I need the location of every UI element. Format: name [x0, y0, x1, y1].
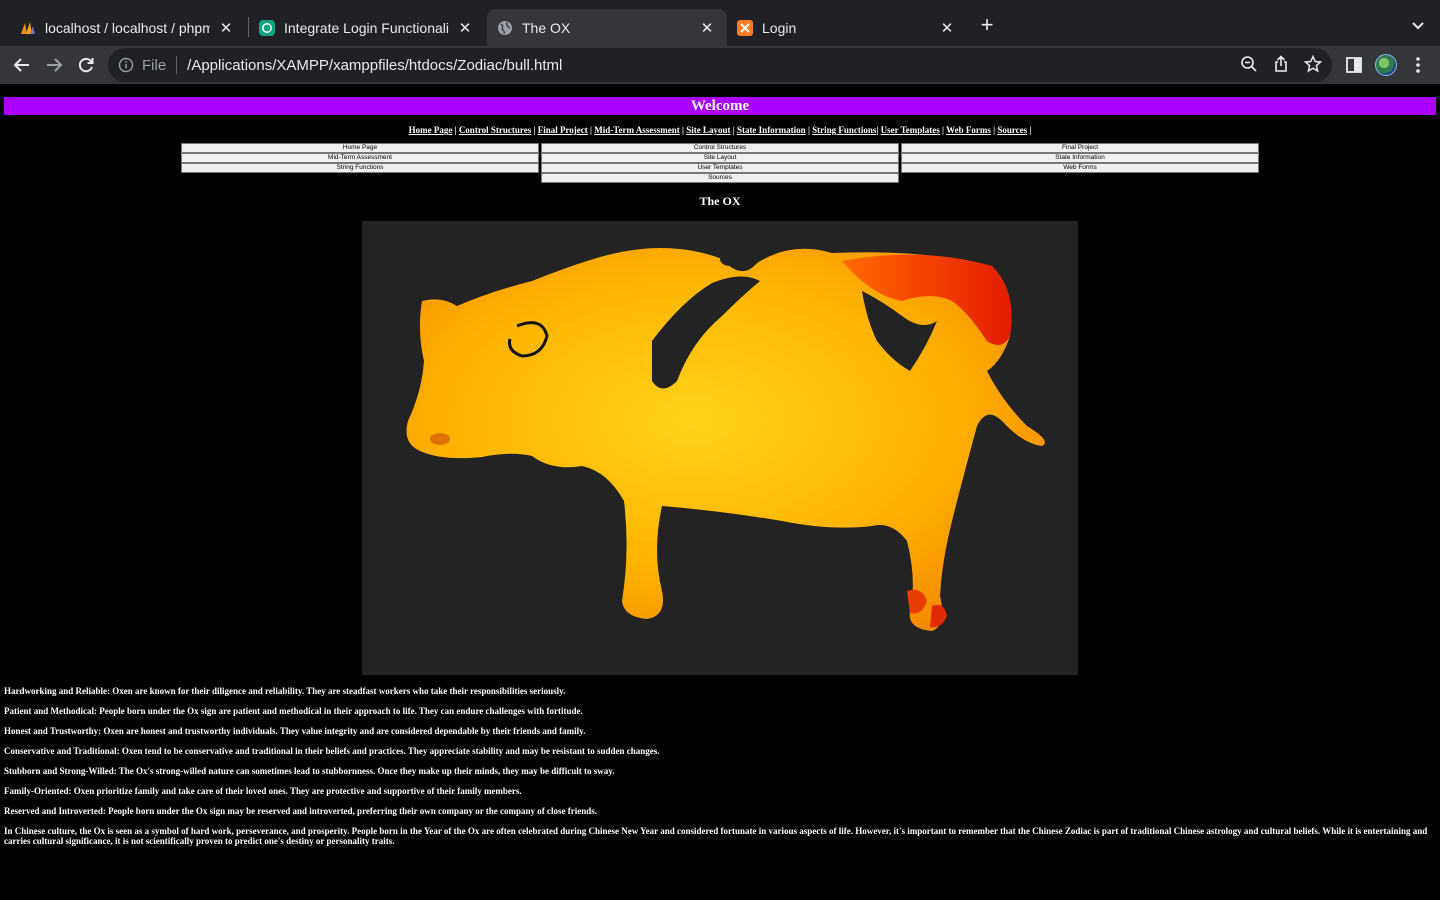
reload-icon[interactable] — [74, 53, 98, 77]
page-heading: The OX — [699, 194, 741, 208]
link-web-forms[interactable]: Web Forms — [946, 125, 991, 135]
button-control-structures[interactable]: Control Structures — [541, 143, 899, 153]
tab-title: Login — [762, 19, 797, 36]
xampp-icon — [737, 19, 753, 36]
address-url[interactable]: /Applications/XAMPP/xamppfiles/htdocs/Zo… — [187, 57, 562, 74]
info-icon[interactable] — [118, 57, 134, 73]
link-sources[interactable]: Sources — [997, 125, 1027, 135]
button-mid-term-assessment[interactable]: Mid-Term Assessment — [181, 153, 539, 163]
ox-image — [362, 221, 1078, 675]
button-web-forms[interactable]: Web Forms — [901, 163, 1259, 173]
address-divider — [176, 56, 178, 74]
trait-paragraph: Stubborn and Strong-Willed: The Ox's str… — [4, 766, 615, 776]
chatgpt-icon — [259, 19, 275, 36]
tab-phpmyadmin[interactable]: localhost / localhost / phpmyadmin ✕ — [12, 9, 244, 46]
button-sources[interactable]: Sources — [541, 173, 899, 183]
button-site-layout[interactable]: Site Layout — [541, 153, 899, 163]
trait-paragraph: Reserved and Introverted: People born un… — [4, 806, 598, 816]
tab-separator — [248, 17, 249, 37]
trait-paragraph: Family-Oriented: Oxen prioritize family … — [4, 786, 522, 796]
button-final-project[interactable]: Final Project — [901, 143, 1259, 153]
tab-title: The OX — [522, 19, 571, 36]
trait-paragraph: Patient and Methodical: People born unde… — [4, 706, 583, 716]
close-icon[interactable]: ✕ — [216, 18, 236, 38]
forward-arrow-icon[interactable] — [42, 53, 66, 77]
link-site-layout[interactable]: Site Layout — [686, 125, 730, 135]
tab-integrate-login[interactable]: Integrate Login Functionality ✕ — [251, 9, 483, 46]
page-content: Welcome Home Page | Control Structures |… — [0, 84, 1440, 900]
back-arrow-icon[interactable] — [10, 53, 34, 77]
close-icon[interactable]: ✕ — [697, 18, 717, 38]
address-bar[interactable]: File /Applications/XAMPP/xamppfiles/htdo… — [108, 48, 1332, 82]
new-tab-button[interactable]: + — [976, 14, 998, 37]
tab-the-ox[interactable]: The OX ✕ — [487, 9, 727, 46]
tab-title: Integrate Login Functionality — [284, 19, 449, 36]
button-home-page[interactable]: Home Page — [181, 143, 539, 153]
link-user-templates[interactable]: User Templates — [881, 125, 940, 135]
tab-search-chevron-icon[interactable] — [1408, 15, 1428, 35]
culture-paragraph: In Chinese culture, the Ox is seen as a … — [4, 826, 1428, 846]
side-panel-icon[interactable] — [1344, 55, 1364, 75]
link-mid-term-assessment[interactable]: Mid-Term Assessment — [594, 125, 679, 135]
top-nav-links: Home Page | Control Structures | Final P… — [408, 125, 1032, 135]
bookmark-star-icon[interactable] — [1303, 54, 1323, 73]
address-scheme: File — [142, 56, 167, 74]
trait-paragraph: Hardworking and Reliable: Oxen are known… — [4, 686, 566, 696]
welcome-banner: Welcome — [4, 97, 1436, 115]
ox-traits: Hardworking and Reliable: Oxen are known… — [4, 686, 1434, 856]
close-icon[interactable]: ✕ — [937, 18, 957, 38]
browser-tab-strip: localhost / localhost / phpmyadmin ✕ Int… — [0, 0, 1440, 46]
button-user-templates[interactable]: User Templates — [541, 163, 899, 173]
tab-title: localhost / localhost / phpmyadmin — [45, 19, 210, 36]
button-state-information[interactable]: State Information — [901, 153, 1259, 163]
link-home-page[interactable]: Home Page — [409, 125, 453, 135]
link-string-functions[interactable]: String Functions — [812, 125, 876, 135]
link-control-structures[interactable]: Control Structures — [459, 125, 531, 135]
more-menu-icon[interactable] — [1410, 55, 1426, 75]
zoom-out-icon[interactable] — [1240, 55, 1258, 73]
globe-icon — [497, 20, 513, 36]
trait-paragraph: Conservative and Traditional: Oxen tend … — [4, 746, 660, 756]
link-final-project[interactable]: Final Project — [538, 125, 588, 135]
tab-login[interactable]: Login ✕ — [727, 9, 967, 46]
browser-toolbar: File /Applications/XAMPP/xamppfiles/htdo… — [0, 46, 1440, 84]
close-icon[interactable]: ✕ — [455, 18, 475, 38]
profile-avatar[interactable] — [1375, 54, 1397, 76]
trait-paragraph: Honest and Trustworthy: Oxen are honest … — [4, 726, 586, 736]
button-string-functions[interactable]: String Functions — [181, 163, 539, 173]
share-icon[interactable] — [1272, 55, 1290, 73]
link-state-information[interactable]: State Information — [737, 125, 806, 135]
phpmyadmin-icon — [20, 20, 36, 36]
